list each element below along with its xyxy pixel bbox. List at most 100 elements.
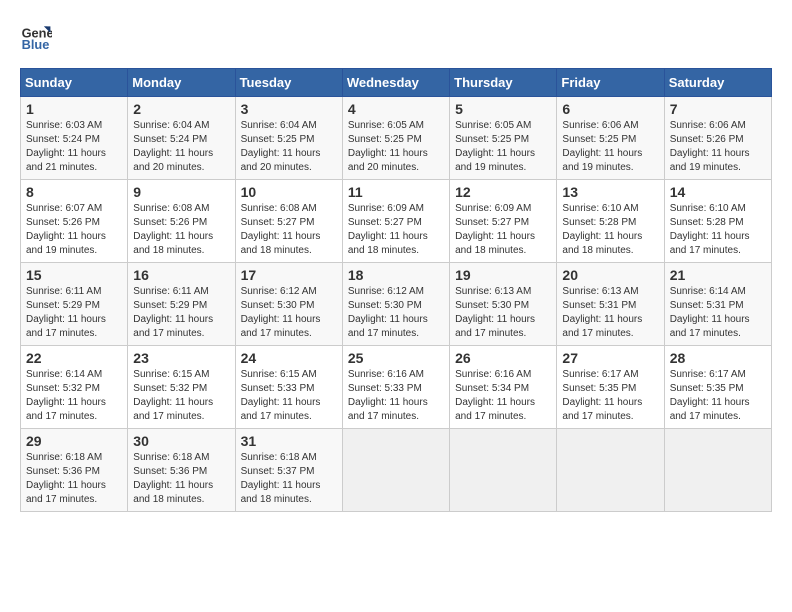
day-info: Sunrise: 6:14 AM Sunset: 5:32 PM Dayligh…	[26, 368, 122, 424]
day-info: Sunrise: 6:18 AM Sunset: 5:36 PM Dayligh…	[133, 451, 229, 507]
weekday-header-saturday: Saturday	[664, 69, 771, 97]
day-info: Sunrise: 6:17 AM Sunset: 5:35 PM Dayligh…	[562, 368, 658, 424]
day-number: 9	[133, 184, 229, 200]
day-info: Sunrise: 6:16 AM Sunset: 5:34 PM Dayligh…	[455, 368, 551, 424]
day-info: Sunrise: 6:16 AM Sunset: 5:33 PM Dayligh…	[348, 368, 444, 424]
day-number: 19	[455, 267, 551, 283]
calendar-cell	[664, 429, 771, 512]
calendar-cell	[342, 429, 449, 512]
day-number: 28	[670, 350, 766, 366]
calendar-cell: 10 Sunrise: 6:08 AM Sunset: 5:27 PM Dayli…	[235, 180, 342, 263]
day-number: 10	[241, 184, 337, 200]
calendar-cell: 13Sunrise: 6:10 AM Sunset: 5:28 PM Dayli…	[557, 180, 664, 263]
calendar-table: SundayMondayTuesdayWednesdayThursdayFrid…	[20, 68, 772, 512]
day-info: Sunrise: 6:14 AM Sunset: 5:31 PM Dayligh…	[670, 285, 766, 341]
day-info: Sunrise: 6:15 AM Sunset: 5:32 PM Dayligh…	[133, 368, 229, 424]
day-info: Sunrise: 6:09 AM Sunset: 5:27 PM Dayligh…	[348, 202, 444, 258]
day-number: 3	[241, 101, 337, 117]
day-info: Sunrise: 6:05 AM Sunset: 5:25 PM Dayligh…	[455, 119, 551, 175]
day-info: Sunrise: 6:11 AM Sunset: 5:29 PM Dayligh…	[133, 285, 229, 341]
day-number: 15	[26, 267, 122, 283]
calendar-cell: 23 Sunrise: 6:15 AM Sunset: 5:32 PM Dayli…	[128, 346, 235, 429]
day-info: Sunrise: 6:13 AM Sunset: 5:30 PM Dayligh…	[455, 285, 551, 341]
weekday-header-sunday: Sunday	[21, 69, 128, 97]
calendar-cell	[450, 429, 557, 512]
calendar-cell: 11 Sunrise: 6:09 AM Sunset: 5:27 PM Dayli…	[342, 180, 449, 263]
calendar-cell: 8 Sunrise: 6:07 AM Sunset: 5:26 PM Daylig…	[21, 180, 128, 263]
day-info: Sunrise: 6:06 AM Sunset: 5:25 PM Dayligh…	[562, 119, 658, 175]
day-number: 7	[670, 101, 766, 117]
weekday-header-friday: Friday	[557, 69, 664, 97]
calendar-cell: 2Sunrise: 6:04 AM Sunset: 5:24 PM Daylig…	[128, 97, 235, 180]
day-info: Sunrise: 6:08 AM Sunset: 5:27 PM Dayligh…	[241, 202, 337, 258]
day-info: Sunrise: 6:18 AM Sunset: 5:37 PM Dayligh…	[241, 451, 337, 507]
day-number: 17	[241, 267, 337, 283]
calendar-cell: 15 Sunrise: 6:11 AM Sunset: 5:29 PM Dayli…	[21, 263, 128, 346]
day-info: Sunrise: 6:10 AM Sunset: 5:28 PM Dayligh…	[670, 202, 766, 258]
week-row-5: 29Sunrise: 6:18 AM Sunset: 5:36 PM Dayli…	[21, 429, 772, 512]
calendar-cell: 29Sunrise: 6:18 AM Sunset: 5:36 PM Dayli…	[21, 429, 128, 512]
calendar-cell: 25 Sunrise: 6:16 AM Sunset: 5:33 PM Dayli…	[342, 346, 449, 429]
day-info: Sunrise: 6:07 AM Sunset: 5:26 PM Dayligh…	[26, 202, 122, 258]
header-row: SundayMondayTuesdayWednesdayThursdayFrid…	[21, 69, 772, 97]
day-info: Sunrise: 6:12 AM Sunset: 5:30 PM Dayligh…	[348, 285, 444, 341]
week-row-2: 8 Sunrise: 6:07 AM Sunset: 5:26 PM Daylig…	[21, 180, 772, 263]
calendar-cell: 30Sunrise: 6:18 AM Sunset: 5:36 PM Dayli…	[128, 429, 235, 512]
calendar-cell: 5 Sunrise: 6:05 AM Sunset: 5:25 PM Daylig…	[450, 97, 557, 180]
week-row-1: 1 Sunrise: 6:03 AM Sunset: 5:24 PM Daylig…	[21, 97, 772, 180]
day-number: 25	[348, 350, 444, 366]
calendar-cell: 19 Sunrise: 6:13 AM Sunset: 5:30 PM Dayli…	[450, 263, 557, 346]
calendar-cell: 27 Sunrise: 6:17 AM Sunset: 5:35 PM Dayli…	[557, 346, 664, 429]
calendar-cell: 21 Sunrise: 6:14 AM Sunset: 5:31 PM Dayli…	[664, 263, 771, 346]
calendar-cell: 24 Sunrise: 6:15 AM Sunset: 5:33 PM Dayli…	[235, 346, 342, 429]
calendar-cell: 22 Sunrise: 6:14 AM Sunset: 5:32 PM Dayli…	[21, 346, 128, 429]
day-info: Sunrise: 6:11 AM Sunset: 5:29 PM Dayligh…	[26, 285, 122, 341]
day-number: 26	[455, 350, 551, 366]
calendar-cell: 9 Sunrise: 6:08 AM Sunset: 5:26 PM Daylig…	[128, 180, 235, 263]
weekday-header-thursday: Thursday	[450, 69, 557, 97]
day-info: Sunrise: 6:15 AM Sunset: 5:33 PM Dayligh…	[241, 368, 337, 424]
calendar-cell: 4Sunrise: 6:05 AM Sunset: 5:25 PM Daylig…	[342, 97, 449, 180]
day-info: Sunrise: 6:04 AM Sunset: 5:25 PM Dayligh…	[241, 119, 337, 175]
day-number: 18	[348, 267, 444, 283]
calendar-cell	[557, 429, 664, 512]
day-number: 14	[670, 184, 766, 200]
weekday-header-monday: Monday	[128, 69, 235, 97]
day-number: 1	[26, 101, 122, 117]
day-number: 20	[562, 267, 658, 283]
weekday-header-tuesday: Tuesday	[235, 69, 342, 97]
day-number: 27	[562, 350, 658, 366]
calendar-cell: 28 Sunrise: 6:17 AM Sunset: 5:35 PM Dayli…	[664, 346, 771, 429]
calendar-cell: 17 Sunrise: 6:12 AM Sunset: 5:30 PM Dayli…	[235, 263, 342, 346]
calendar-cell: 14 Sunrise: 6:10 AM Sunset: 5:28 PM Dayli…	[664, 180, 771, 263]
weekday-header-wednesday: Wednesday	[342, 69, 449, 97]
day-number: 21	[670, 267, 766, 283]
day-info: Sunrise: 6:03 AM Sunset: 5:24 PM Dayligh…	[26, 119, 122, 175]
day-info: Sunrise: 6:18 AM Sunset: 5:36 PM Dayligh…	[26, 451, 122, 507]
day-number: 12	[455, 184, 551, 200]
day-info: Sunrise: 6:12 AM Sunset: 5:30 PM Dayligh…	[241, 285, 337, 341]
week-row-3: 15 Sunrise: 6:11 AM Sunset: 5:29 PM Dayli…	[21, 263, 772, 346]
day-number: 5	[455, 101, 551, 117]
day-number: 2	[133, 101, 229, 117]
calendar-cell: 18 Sunrise: 6:12 AM Sunset: 5:30 PM Dayli…	[342, 263, 449, 346]
svg-text:Blue: Blue	[22, 37, 50, 52]
day-number: 11	[348, 184, 444, 200]
day-number: 8	[26, 184, 122, 200]
calendar-cell: 3 Sunrise: 6:04 AM Sunset: 5:25 PM Daylig…	[235, 97, 342, 180]
calendar-cell: 6Sunrise: 6:06 AM Sunset: 5:25 PM Daylig…	[557, 97, 664, 180]
day-info: Sunrise: 6:09 AM Sunset: 5:27 PM Dayligh…	[455, 202, 551, 258]
day-number: 24	[241, 350, 337, 366]
calendar-cell: 1 Sunrise: 6:03 AM Sunset: 5:24 PM Daylig…	[21, 97, 128, 180]
page-header: General Blue	[20, 20, 772, 52]
day-info: Sunrise: 6:08 AM Sunset: 5:26 PM Dayligh…	[133, 202, 229, 258]
calendar-cell: 26 Sunrise: 6:16 AM Sunset: 5:34 PM Dayli…	[450, 346, 557, 429]
calendar-cell: 20Sunrise: 6:13 AM Sunset: 5:31 PM Dayli…	[557, 263, 664, 346]
calendar-cell: 12 Sunrise: 6:09 AM Sunset: 5:27 PM Dayli…	[450, 180, 557, 263]
day-number: 22	[26, 350, 122, 366]
day-number: 23	[133, 350, 229, 366]
day-info: Sunrise: 6:17 AM Sunset: 5:35 PM Dayligh…	[670, 368, 766, 424]
day-number: 31	[241, 433, 337, 449]
day-number: 4	[348, 101, 444, 117]
calendar-cell: 16Sunrise: 6:11 AM Sunset: 5:29 PM Dayli…	[128, 263, 235, 346]
